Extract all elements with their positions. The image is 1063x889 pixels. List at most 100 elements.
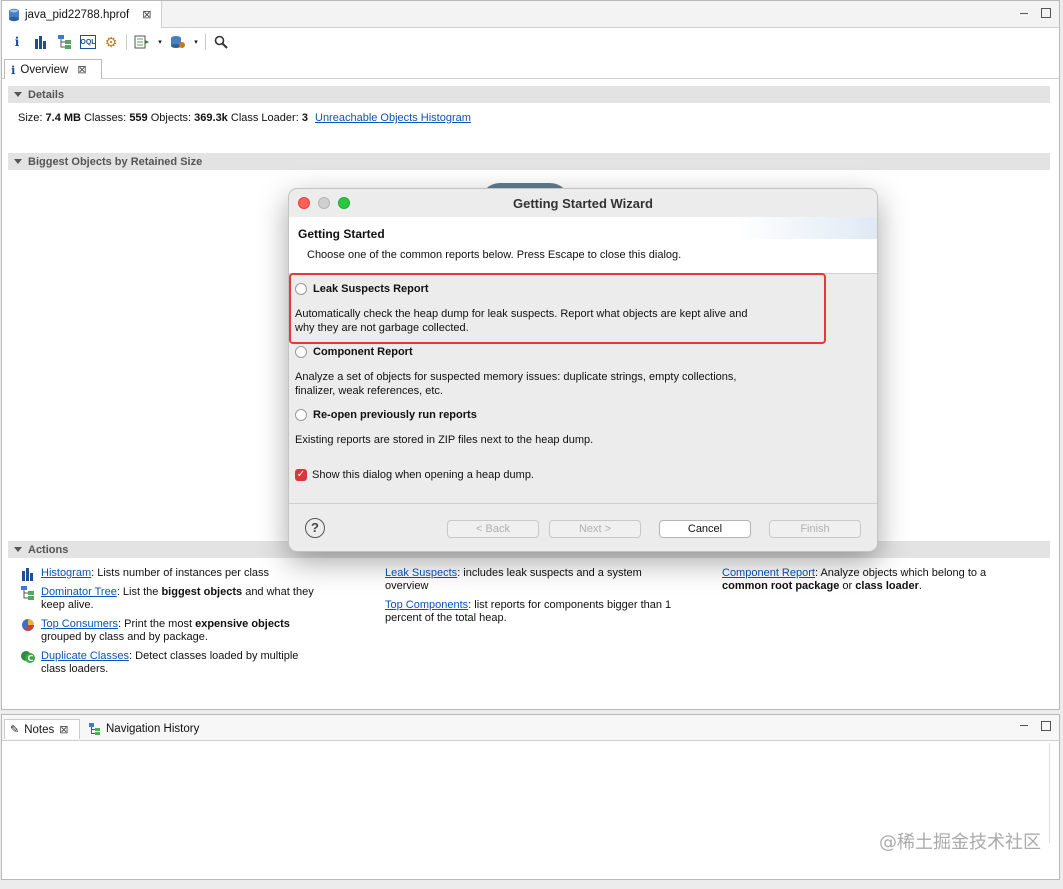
report-top-components: Top Components: list reports for compone… (385, 599, 675, 625)
dominator-tree-icon[interactable] (56, 33, 74, 51)
leak-suspects-radio[interactable] (295, 283, 307, 295)
close-tab-icon[interactable]: ⊠ (59, 723, 68, 736)
info-icon[interactable]: i (8, 33, 26, 51)
dialog-header-title: Getting Started (298, 227, 385, 241)
chevron-down-icon[interactable]: ▾ (157, 33, 163, 51)
zoom-window-button[interactable] (338, 197, 350, 209)
heap-dump-icon (9, 8, 19, 21)
dominator-tree-link[interactable]: Dominator Tree (41, 586, 117, 598)
help-icon[interactable]: ? (305, 518, 325, 538)
duplicate-classes-link[interactable]: Duplicate Classes (41, 650, 129, 662)
info-icon: i (11, 62, 16, 77)
component-report-bold-1: common root package (722, 580, 840, 592)
reopen-reports-radio[interactable] (295, 409, 307, 421)
collapse-triangle-icon[interactable] (14, 547, 22, 552)
tab-overview-label: Overview (20, 63, 69, 76)
dominator-tree-icon (21, 586, 34, 600)
show-dialog-checkbox[interactable]: ✓ (295, 469, 307, 481)
cancel-button[interactable]: Cancel (659, 520, 751, 538)
histogram-icon (22, 568, 33, 581)
reopen-reports-label: Re-open previously run reports (313, 409, 477, 421)
component-report-radio[interactable] (295, 346, 307, 358)
duplicate-classes-icon: C (21, 651, 35, 663)
minimize-icon[interactable] (1018, 7, 1030, 19)
notes-pane: ✎ Notes ⊠ Navigation History (1, 714, 1060, 880)
action-histogram: Histogram: Lists number of instances per… (21, 567, 321, 581)
details-line: Size: 7.4 MB Classes: 559 Objects: 369.3… (18, 112, 471, 124)
notes-scrollbar[interactable] (1049, 743, 1057, 843)
collapse-triangle-icon[interactable] (14, 159, 22, 164)
toolbar: i OQL ⚙ ▾ ▾ (2, 28, 1059, 56)
show-dialog-checkbox-row[interactable]: ✓ Show this dialog when opening a heap d… (295, 469, 534, 481)
leak-suspects-link[interactable]: Leak Suspects (385, 567, 457, 579)
tab-notes[interactable]: ✎ Notes ⊠ (4, 719, 80, 739)
top-consumers-bold: expensive objects (195, 618, 290, 630)
reopen-reports-description: Existing reports are stored in ZIP files… (295, 434, 594, 446)
maximize-icon[interactable] (1041, 721, 1051, 731)
tab-navigation-history[interactable]: Navigation History (84, 719, 199, 739)
histogram-link[interactable]: Histogram (41, 567, 91, 579)
editor-tabbar: java_pid22788.hprof ⊠ (2, 1, 1059, 28)
top-consumers-desc: : Print the most (118, 618, 196, 630)
next-button[interactable]: Next > (549, 520, 641, 538)
tab-navigation-history-label: Navigation History (106, 723, 200, 735)
query-browser-icon[interactable] (169, 33, 187, 51)
dialog-titlebar[interactable]: Getting Started Wizard (289, 189, 877, 217)
classes-label: Classes: (84, 112, 127, 124)
close-tab-icon[interactable]: ⊠ (142, 8, 151, 21)
top-consumers-icon (22, 619, 34, 631)
oql-icon[interactable]: OQL (80, 35, 96, 49)
gear-icon[interactable]: ⚙ (102, 33, 120, 51)
dominator-tree-desc: : List the (116, 586, 162, 598)
action-dominator-tree: Dominator Tree: List the biggest objects… (21, 586, 321, 612)
editor-tab-label: java_pid22788.hprof (25, 8, 130, 21)
watermark: @稀土掘金技术社区 (879, 832, 1041, 853)
search-icon[interactable] (212, 33, 230, 51)
notes-icon: ✎ (10, 724, 20, 736)
histogram-desc: : Lists number of instances per class (91, 567, 270, 579)
option-leak-suspects[interactable]: Leak Suspects Report Automatically check… (295, 283, 755, 335)
section-actions-title: Actions (28, 543, 69, 556)
minimize-icon[interactable] (1018, 719, 1030, 731)
minimize-window-button[interactable] (318, 197, 330, 209)
component-report-desc: : Analyze objects which belong to a (814, 567, 987, 579)
section-biggest-objects[interactable]: Biggest Objects by Retained Size (8, 153, 1050, 170)
component-report-link[interactable]: Component Report (722, 567, 815, 579)
dialog-header: Getting Started Choose one of the common… (289, 217, 877, 274)
dialog-footer: ? < Back Next > Cancel Finish (289, 503, 877, 551)
top-consumers-link[interactable]: Top Consumers (41, 618, 118, 630)
top-consumers-desc-end: grouped by class and by package. (41, 631, 208, 643)
leak-suspects-label: Leak Suspects Report (313, 283, 429, 295)
back-button[interactable]: < Back (447, 520, 539, 538)
getting-started-dialog: Getting Started Wizard Getting Started C… (288, 188, 878, 552)
top-components-link[interactable]: Top Components (385, 599, 468, 611)
report-leak-suspects: Leak Suspects: includes leak suspects an… (385, 567, 675, 593)
objects-value: 369.3k (194, 112, 228, 124)
close-tab-icon[interactable]: ⊠ (77, 63, 86, 76)
collapse-triangle-icon[interactable] (14, 92, 22, 97)
option-component-report[interactable]: Component Report Analyze a set of object… (295, 346, 755, 398)
component-report-mid: or (839, 580, 856, 592)
section-details[interactable]: Details (8, 86, 1050, 103)
section-details-title: Details (28, 88, 65, 101)
chevron-down-icon[interactable]: ▾ (193, 33, 199, 51)
option-reopen-reports[interactable]: Re-open previously run reports Existing … (295, 409, 755, 447)
objects-label: Objects: (150, 112, 192, 124)
dominator-tree-bold: biggest objects (161, 586, 243, 598)
editor-tab-hprof[interactable]: java_pid22788.hprof ⊠ (2, 1, 162, 28)
run-report-icon[interactable] (133, 33, 151, 51)
inner-tabbar: i Overview ⊠ (2, 57, 1059, 79)
tab-notes-label: Notes (24, 723, 55, 736)
close-window-button[interactable] (298, 197, 310, 209)
action-duplicate-classes: C Duplicate Classes: Detect classes load… (21, 650, 321, 676)
unreachable-objects-link[interactable]: Unreachable Objects Histogram (315, 112, 471, 124)
maximize-icon[interactable] (1041, 8, 1051, 18)
action-top-consumers: Top Consumers: Print the most expensive … (21, 618, 321, 644)
size-label: Size: (18, 112, 43, 124)
histogram-icon[interactable] (32, 33, 50, 51)
leak-suspects-description: Automatically check the heap dump for le… (295, 308, 748, 334)
finish-button[interactable]: Finish (769, 520, 861, 538)
actions-column-2: Leak Suspects: includes leak suspects an… (385, 567, 675, 625)
tab-overview[interactable]: i Overview ⊠ (4, 59, 102, 79)
classes-value: 559 (129, 112, 148, 124)
